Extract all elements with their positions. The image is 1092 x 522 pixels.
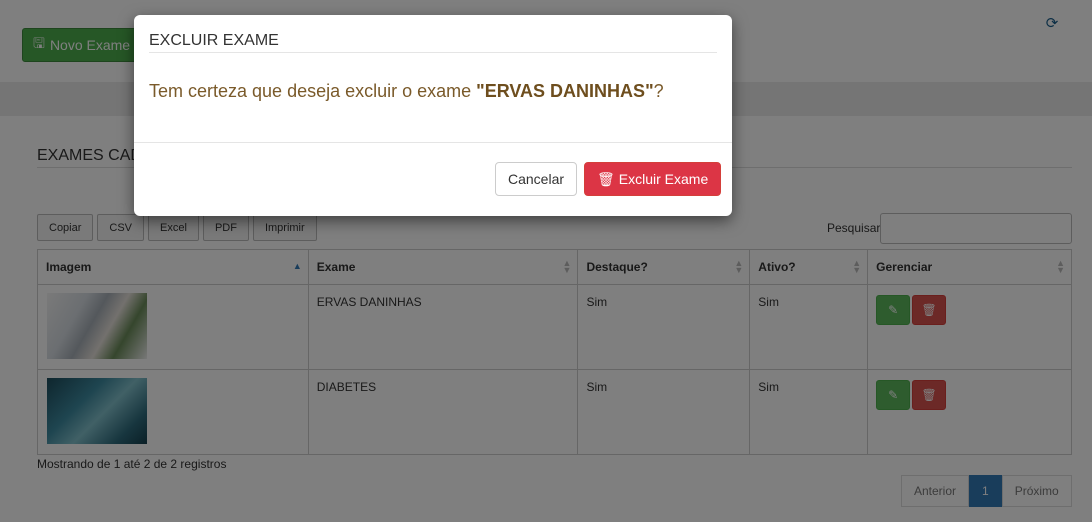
modal-title: EXCLUIR EXAME [149,32,279,49]
modal-message: Tem certeza que deseja excluir o exame "… [149,81,664,101]
delete-exam-modal: EXCLUIR EXAME Tem certeza que deseja exc… [134,15,732,216]
cancel-button[interactable]: Cancelar [495,162,578,196]
trash-icon: 🗑 [597,170,615,187]
exam-name: "ERVAS DANINHAS" [476,81,654,101]
divider [134,142,732,143]
divider [149,52,717,53]
confirm-delete-button[interactable]: 🗑 Excluir Exame [584,162,722,196]
